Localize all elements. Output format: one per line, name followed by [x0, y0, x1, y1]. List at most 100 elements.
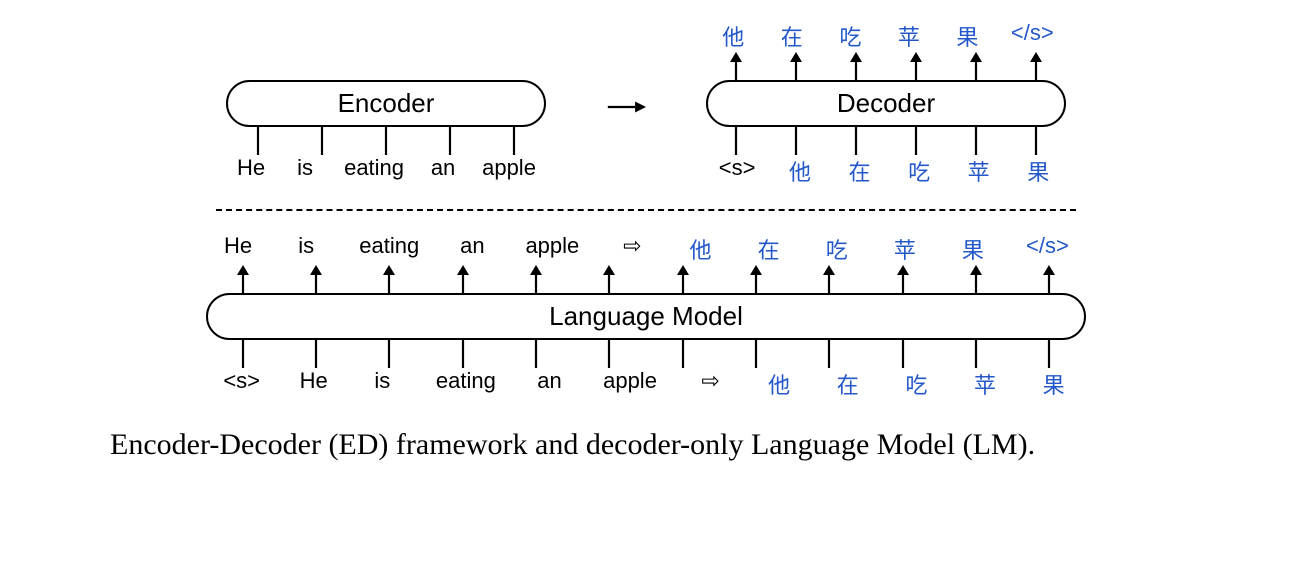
arrow-up-icon: [1041, 265, 1057, 293]
arrow-up-icon: [235, 265, 251, 293]
token: 果: [1039, 368, 1069, 400]
encoder-box: Encoder: [226, 80, 546, 127]
stem-icon: [314, 127, 330, 155]
token: He: [299, 368, 329, 400]
token: an: [428, 155, 458, 181]
figure-caption: Encoder-Decoder (ED) framework and decod…: [110, 428, 1196, 462]
stem-icon: [528, 340, 544, 368]
token: 苹: [890, 233, 920, 265]
arrow-up-icon: [455, 265, 471, 293]
stem-icon: [250, 127, 266, 155]
arrow-up-icon: [1028, 52, 1044, 80]
token: 吃: [904, 155, 934, 187]
token: 吃: [901, 368, 931, 400]
token: apple: [603, 368, 657, 400]
encoder-block: Encoder Heis eating anapple: [226, 26, 546, 181]
lm-input-arrows: [206, 340, 1086, 368]
stem-icon: [506, 127, 522, 155]
token: 在: [845, 155, 875, 187]
token: 苹: [964, 155, 994, 187]
token: 果: [952, 20, 982, 52]
token: eating: [436, 368, 496, 400]
arrow-up-icon: [675, 265, 691, 293]
stem-icon: [728, 127, 744, 155]
separator: [216, 209, 1076, 211]
arrow-up-icon: [381, 265, 397, 293]
token: <s>: [223, 368, 260, 400]
lm-inputs: <s> He is eating an apple ⇨ 他 在 吃 苹 果: [206, 368, 1086, 400]
token: 果: [958, 233, 988, 265]
arrow-right-icon: [606, 97, 646, 117]
token: apple: [482, 155, 536, 181]
lm-block: Heiseatinganapple⇨他在吃苹果</s> Language Mod…: [206, 233, 1086, 400]
token: eating: [359, 233, 419, 265]
arrow-up-icon: [748, 265, 764, 293]
arrow-up-icon: [895, 265, 911, 293]
token: 在: [754, 233, 784, 265]
decoder-block: 他在吃苹果</s> Decoder <s>他在吃苹果: [706, 20, 1066, 187]
token: apple: [525, 233, 579, 265]
token: 他: [764, 368, 794, 400]
token: eating: [344, 155, 404, 181]
token: an: [457, 233, 487, 265]
arrow-up-icon: [728, 52, 744, 80]
token: He: [223, 233, 253, 265]
stem-icon: [442, 127, 458, 155]
token: 吃: [822, 233, 852, 265]
decoder-input-arrows: [706, 127, 1066, 155]
stem-icon: [601, 340, 617, 368]
arrow-up-icon: [788, 52, 804, 80]
stem-icon: [848, 127, 864, 155]
token: ⇨: [617, 233, 647, 265]
token: 他: [785, 155, 815, 187]
decoder-inputs: <s> 他在吃苹果: [706, 155, 1066, 187]
token: 他: [686, 233, 716, 265]
arrow-up-icon: [601, 265, 617, 293]
token: ⇨: [696, 368, 726, 400]
token: </s>: [1011, 20, 1054, 52]
stem-icon: [455, 340, 471, 368]
arrow-up-icon: [848, 52, 864, 80]
decoder-box: Decoder: [706, 80, 1066, 127]
encoder-inputs: Heis eating anapple: [226, 155, 546, 181]
stem-icon: [748, 340, 764, 368]
stem-icon: [1041, 340, 1057, 368]
stem-icon: [381, 340, 397, 368]
token: an: [534, 368, 564, 400]
arrow-up-icon: [968, 265, 984, 293]
lm-output-arrows: [206, 265, 1086, 293]
token: is: [367, 368, 397, 400]
stem-icon: [235, 340, 251, 368]
token: </s>: [1026, 233, 1069, 265]
stem-icon: [968, 340, 984, 368]
arrow-up-icon: [528, 265, 544, 293]
lm-box: Language Model: [206, 293, 1086, 340]
token: 在: [833, 368, 863, 400]
token: <s>: [719, 155, 756, 187]
token: 在: [777, 20, 807, 52]
token: 苹: [970, 368, 1000, 400]
stem-icon: [788, 127, 804, 155]
enc-to-dec-arrow: [606, 97, 646, 117]
stem-icon: [308, 340, 324, 368]
token: He: [236, 155, 266, 181]
diagram-root: Encoder Heiseatinganapple 他在吃苹果</s> Deco…: [96, 20, 1196, 462]
stem-icon: [1028, 127, 1044, 155]
stem-icon: [378, 127, 394, 155]
token: 苹: [894, 20, 924, 52]
lm-outputs: He is eating an apple ⇨ 他 在 吃 苹 果 </s>: [206, 233, 1086, 265]
token: is: [290, 155, 320, 181]
arrow-up-icon: [968, 52, 984, 80]
stem-icon: [821, 340, 837, 368]
token: 果: [1023, 155, 1053, 187]
token: 吃: [835, 20, 865, 52]
stem-icon: [968, 127, 984, 155]
stem-icon: [675, 340, 691, 368]
token: is: [291, 233, 321, 265]
token: 他: [718, 20, 748, 52]
arrow-up-icon: [908, 52, 924, 80]
arrow-up-icon: [821, 265, 837, 293]
decoder-outputs: 他在吃苹果 </s>: [706, 20, 1066, 52]
stem-icon: [908, 127, 924, 155]
encdec-row: Encoder Heiseatinganapple 他在吃苹果</s> Deco…: [96, 20, 1196, 187]
